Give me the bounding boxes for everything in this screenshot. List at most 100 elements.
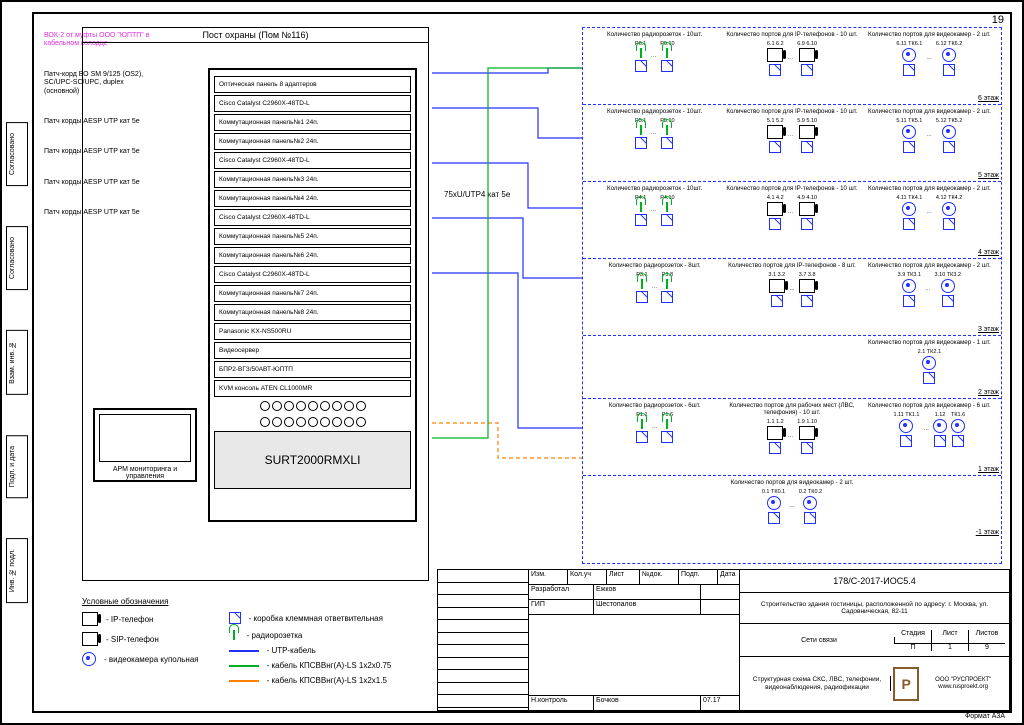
port-label: 5.11 ТК5.1 [896, 118, 922, 124]
rack-device: Оптическая панель 8 адаптеров [214, 76, 411, 93]
room-title: Пост охраны (Пом №116) [83, 28, 428, 43]
junction-box-icon [635, 137, 647, 149]
port-label: 5.9 5.10 [797, 118, 817, 124]
block-title: Количество портов для видеокамер - 1 шт. [864, 340, 995, 347]
block-title: Количество радиорозеток - 6шт. [589, 403, 720, 410]
radio-socket-icon [233, 630, 235, 640]
junction-box-icon [952, 435, 964, 447]
port-label: 6.12 ТК6.2 [936, 41, 962, 47]
legend-item: - кабель КПСВВнг(А)-LS 1x2x0.75 [229, 661, 392, 670]
port-label: 5.12 ТК5.2 [936, 118, 962, 124]
port-label: 4.9 4.10 [797, 195, 817, 201]
block-title: Количество портов для видеокамер - 2 шт. [864, 32, 995, 39]
block-title: Количество радиорозеток - 10шт. [589, 32, 720, 39]
port-label: 5.1 5.2 [767, 118, 784, 124]
floor-section: Количество портов для видеокамер - 2 шт.… [583, 476, 1001, 538]
floor-section: Количество радиорозеток - 6шт.P1.1…P1.6К… [583, 399, 1001, 476]
ip-phone-icon [799, 279, 815, 293]
block-title: Количество радиорозеток - 8шт. [589, 263, 720, 270]
ip-phone-icon [767, 426, 783, 440]
radio-socket-icon [666, 279, 668, 289]
floor-label: 2 этаж [978, 389, 999, 396]
rack-device: Коммутационная панель№1 24п. [214, 114, 411, 131]
port-label: 1.9 1.10 [797, 419, 817, 425]
port-label: 3.10 ТК3.2 [935, 272, 961, 278]
radio-socket-icon [666, 419, 668, 429]
dome-camera-icon [803, 496, 817, 510]
block-title: Количество радиорозеток - 10шт. [589, 109, 720, 116]
dome-camera-icon [933, 419, 947, 433]
port-label: 1.11 ТК1.1 [893, 412, 919, 418]
junction-box-icon [769, 64, 781, 76]
port-label: ТК1.6 [951, 412, 965, 418]
junction-box-icon [635, 214, 647, 226]
junction-box-icon [923, 372, 935, 384]
junction-box-icon [903, 64, 915, 76]
dome-camera-icon [899, 419, 913, 433]
junction-box-icon [769, 141, 781, 153]
tb-head: Изм. [529, 570, 568, 584]
rack-device: Panasonic KX-NS500RU [214, 323, 411, 340]
dome-camera-icon [942, 125, 956, 139]
legend-item: - видеокамера купольная [82, 652, 199, 666]
floors-diagram: Количество радиорозеток - 10шт.P6.1…P6.1… [582, 27, 1002, 564]
ups-unit: SURT2000RMXLI [214, 431, 411, 489]
junction-box-icon [801, 442, 813, 454]
port-label: 1.1 1.2 [767, 419, 784, 425]
floor-section: Количество радиорозеток - 10шт.P6.1…P6.1… [583, 28, 1001, 105]
dome-camera-icon [82, 652, 96, 666]
ip-phone-icon [767, 125, 783, 139]
rack-device: Cisco Catalyst C2960X-48TD-L [214, 95, 411, 112]
rack-device: БПР2-ВГЗ/50АВТ-ЮПТП [214, 361, 411, 378]
dome-camera-icon [942, 202, 956, 216]
dome-camera-icon [902, 202, 916, 216]
side-tab: Согласовано [6, 226, 28, 290]
port-label: 0.2 ТК0.2 [799, 489, 822, 495]
doc-code: 178/С-2017-ИОС5.4 [740, 570, 1009, 593]
junction-box-icon [903, 141, 915, 153]
radio-socket-icon [666, 48, 668, 58]
radio-socket-icon [641, 279, 643, 289]
port-label: 3.7 3.8 [799, 272, 816, 278]
port-label: 3.9 ТК3.1 [898, 272, 921, 278]
rack-device: Коммутационная панель№6 24п. [214, 247, 411, 264]
side-tab: Согласовано [6, 122, 28, 186]
dome-camera-icon [902, 48, 916, 62]
floor-section: Количество радиорозеток - 10шт.P5.1…P5.1… [583, 105, 1001, 182]
port-label: 4.12 ТК4.2 [936, 195, 962, 201]
radio-socket-icon [666, 125, 668, 135]
junction-box-icon [801, 141, 813, 153]
dome-camera-icon [902, 279, 916, 293]
port-label: 2.1 ТК2.1 [918, 349, 941, 355]
floor-section: Количество радиорозеток - 10шт.P4.1…P4.1… [583, 182, 1001, 259]
revision-table [437, 569, 528, 711]
rack-device: Коммутационная панель№3 24п. [214, 171, 411, 188]
junction-box-icon [804, 512, 816, 524]
side-tab: Взам. инв. № [6, 330, 28, 395]
junction-box-icon [636, 431, 648, 443]
radio-socket-icon [641, 419, 643, 429]
port-label: 6.11 ТК6.1 [896, 41, 922, 47]
rack-device: Коммутационная панель№8 24п. [214, 304, 411, 321]
sipphone-icon [82, 632, 98, 646]
floor-label: -1 этаж [976, 529, 999, 536]
side-tabs: Согласовано Согласовано Взам. инв. № Под… [6, 122, 28, 603]
junction-box-icon [661, 214, 673, 226]
floor-section: Количество радиорозеток - 8шт.P3.1…P3.8К… [583, 259, 1001, 336]
floor-label: 3 этаж [978, 326, 999, 333]
block-title: Количество радиорозеток - 10шт. [589, 186, 720, 193]
port-label: 3.1 3.2 [768, 272, 785, 278]
port-label: 6.9 6.10 [797, 41, 817, 47]
dome-camera-icon [951, 419, 965, 433]
project-title: Строительство здания гостиницы, располож… [740, 593, 1009, 624]
legend-item: - UTP-кабель [229, 646, 392, 655]
block-title: Количество портов для IP-телефонов - 8 ш… [726, 263, 857, 270]
junction-box-icon [229, 612, 241, 624]
rack-device: Коммутационная панель№7 24п. [214, 285, 411, 302]
block-title: Количество портов для видеокамер - 2 шт. [726, 480, 857, 487]
junction-box-icon [661, 60, 673, 72]
junction-box-icon [661, 137, 673, 149]
port-label: 4.1 4.2 [767, 195, 784, 201]
block-title: Количество портов для IP-телефонов - 10 … [726, 109, 857, 116]
junction-box-icon [636, 291, 648, 303]
